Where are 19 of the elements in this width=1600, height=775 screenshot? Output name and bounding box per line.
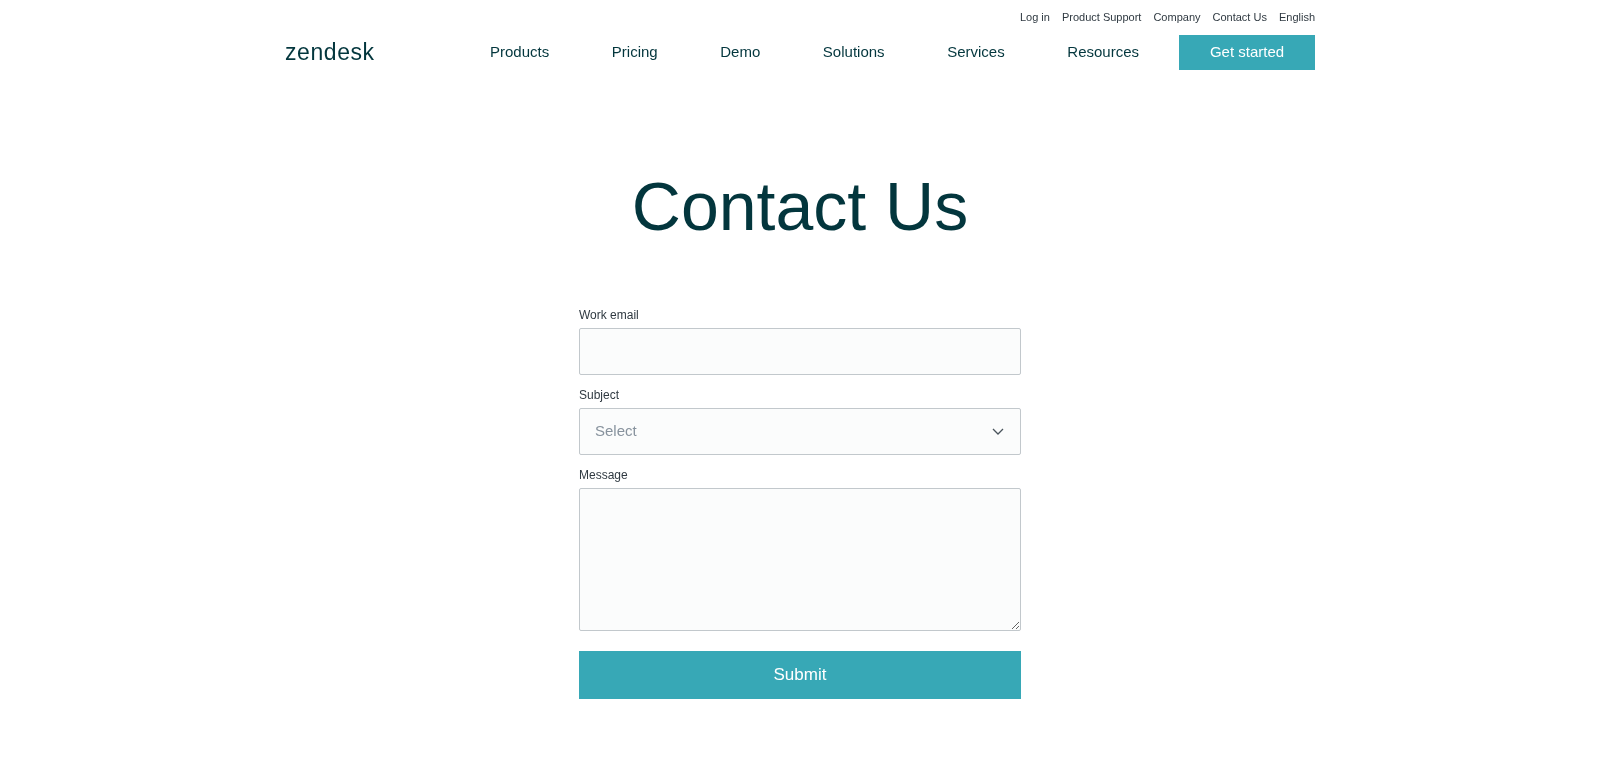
- utility-link[interactable]: English: [1278, 9, 1315, 24]
- utility-link[interactable]: Company: [1153, 9, 1201, 24]
- utility-link[interactable]: Log in: [1019, 9, 1050, 24]
- utility-link[interactable]: Contact Us: [1212, 9, 1267, 24]
- logo[interactable]: zendesk: [285, 34, 490, 70]
- message-field[interactable]: [579, 488, 1021, 631]
- nav-link[interactable]: Pricing: [611, 40, 658, 64]
- chevron-down-icon: [992, 427, 1004, 436]
- nav-link[interactable]: Products: [490, 40, 550, 64]
- nav-link[interactable]: Demo: [720, 40, 761, 64]
- nav-link[interactable]: Resources: [1067, 40, 1139, 64]
- field-label: Work email: [579, 307, 640, 324]
- field-label: Message: [579, 467, 629, 484]
- email-field[interactable]: [579, 328, 1021, 375]
- nav-link[interactable]: Services: [947, 40, 1005, 64]
- nav-link[interactable]: Solutions: [822, 40, 885, 64]
- utility-link[interactable]: Product Support: [1061, 9, 1142, 24]
- field-label: Subject: [579, 387, 621, 404]
- page-title: Contact Us: [630, 172, 970, 240]
